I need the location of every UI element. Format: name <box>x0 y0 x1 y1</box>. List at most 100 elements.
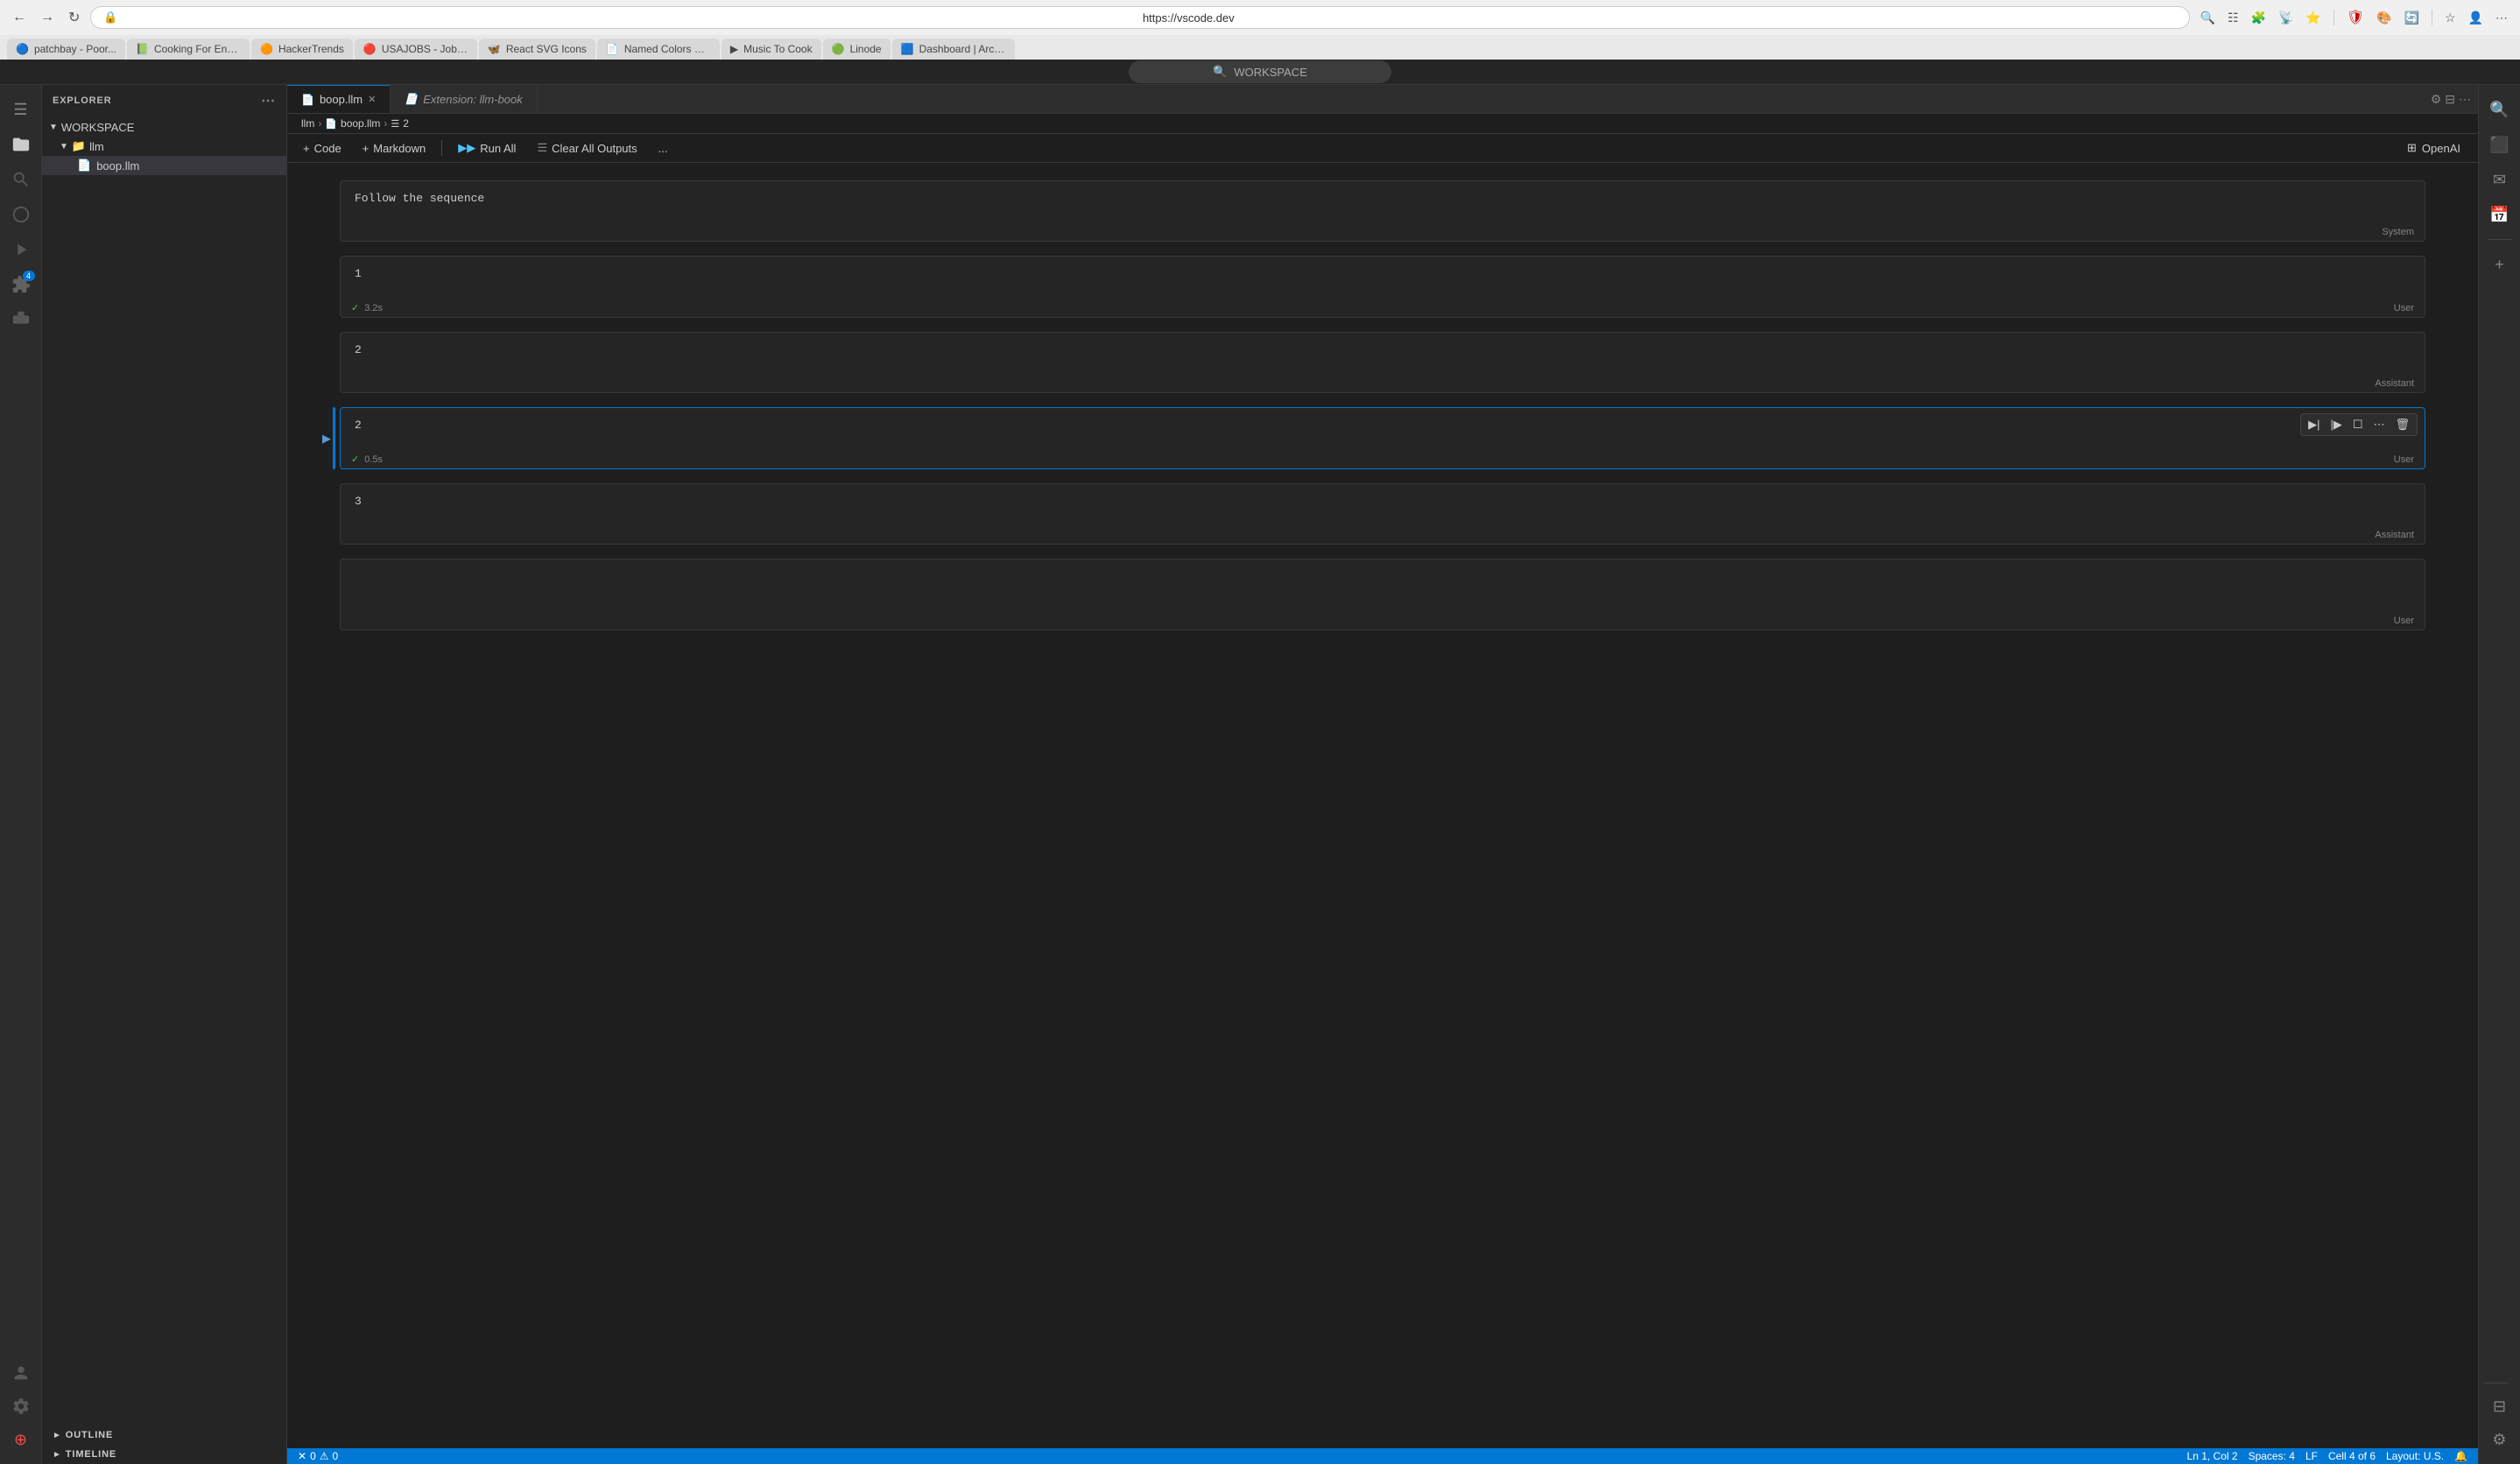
workspace-folder[interactable]: ▼ WORKSPACE <box>42 118 286 137</box>
apps-btn[interactable]: ☷ <box>2224 7 2242 29</box>
profile-btn[interactable]: 👤 <box>2465 7 2487 29</box>
tab-namedcolors[interactable]: 📄 Named Colors Wh... <box>597 39 720 60</box>
sync-btn[interactable]: 🔄 <box>2401 7 2423 29</box>
folder-label: llm <box>89 140 104 153</box>
tab-dashboard[interactable]: 🟦 Dashboard | ArcGl... <box>892 39 1015 60</box>
status-layout[interactable]: Layout: U.S. <box>2386 1450 2444 1462</box>
cell-selected-indicator <box>333 407 335 469</box>
settings-icon[interactable]: ⚙ <box>2431 92 2442 107</box>
warning-icon: ⚠ <box>320 1450 329 1462</box>
file-boop-llm[interactable]: 📄 boop.llm <box>42 156 286 175</box>
more-toolbar-button[interactable]: ... <box>650 138 677 158</box>
activity-bar-remote[interactable] <box>5 304 37 335</box>
cell-assistant-1-container[interactable]: 2 Assistant <box>340 332 2425 393</box>
activity-bar-extensions[interactable]: 4 <box>5 269 37 300</box>
status-spaces[interactable]: Spaces: 4 <box>2249 1450 2295 1462</box>
tab-patchbay[interactable]: 🔵 patchbay - Poor... <box>7 39 125 60</box>
status-errors[interactable]: ✕ 0 ⚠ 0 <box>298 1450 338 1462</box>
more-btn[interactable]: ⋯ <box>2492 7 2511 29</box>
collections-btn[interactable]: ☆ <box>2441 7 2460 29</box>
search-icon: 🔍 <box>1213 65 1227 79</box>
cell-user-1-container[interactable]: 1 ✓ 3.2s User <box>340 256 2425 318</box>
right-panel-layout[interactable]: ⊟ <box>2484 1390 2516 1422</box>
tab-usajobs[interactable]: 🔴 USAJOBS - Job A... <box>355 39 477 60</box>
tab-musictocook[interactable]: ▶ Music To Cook <box>722 39 821 60</box>
cast-btn[interactable]: 📡 <box>2275 7 2297 29</box>
right-panel-search[interactable]: 🔍 <box>2484 94 2516 125</box>
activity-bar-search[interactable] <box>5 164 37 195</box>
activity-bar-account[interactable] <box>5 1357 37 1389</box>
add-code-button[interactable]: + Code <box>294 138 350 158</box>
tab-boop-llm[interactable]: 📄 boop.llm ✕ <box>287 85 391 113</box>
clear-icon: ☰ <box>537 141 547 155</box>
status-encoding[interactable]: LF <box>2305 1450 2318 1462</box>
command-palette[interactable]: 🔍 WORKSPACE <box>1129 60 1391 83</box>
cell-system-container[interactable]: Follow the sequence System <box>340 180 2425 242</box>
right-panel-outlook[interactable]: ⬛ <box>2484 129 2516 160</box>
more-editor-icon[interactable]: ⋯ <box>2459 92 2471 107</box>
tab-cooking[interactable]: 📗 Cooking For Engin... <box>127 39 250 60</box>
right-panel-settings[interactable]: ⚙ <box>2484 1424 2516 1455</box>
search-browser-btn[interactable]: 🔍 <box>2197 7 2219 29</box>
tab-linode[interactable]: 🟢 Linode <box>823 39 890 60</box>
activity-bar-explorer[interactable] <box>5 129 37 160</box>
run-cell-icon[interactable]: ▶ <box>322 432 331 446</box>
breadcrumb-file[interactable]: 📄boop.llm <box>325 117 380 130</box>
tab-favicon-usajobs: 🔴 <box>363 43 377 55</box>
split-icon[interactable]: ⊟ <box>2445 92 2455 107</box>
shield-btn[interactable]: 🛡 <box>2343 5 2368 30</box>
activity-bar-run[interactable] <box>5 234 37 265</box>
cell-user-2-container[interactable]: ▶| |▶ ☐ ⋯ 🗑 2 ✓ 0.5s User <box>340 407 2425 469</box>
tab-reactsvg[interactable]: 🦋 React SVG Icons <box>479 39 595 60</box>
tab-label-linode: Linode <box>850 43 882 55</box>
outline-header[interactable]: ► OUTLINE <box>42 1427 286 1443</box>
openai-button[interactable]: ⊞ OpenAI <box>2397 137 2471 158</box>
delete-cell-btn[interactable]: 🗑 <box>2391 416 2413 433</box>
tab-hackertrends[interactable]: 🟠 HackerTrends <box>251 39 353 60</box>
cell-user-3: User <box>340 559 2425 630</box>
clear-all-outputs-button[interactable]: ☰ Clear All Outputs <box>528 137 645 158</box>
reload-button[interactable]: ↻ <box>65 5 83 30</box>
run-above-btn[interactable]: ▶| <box>2305 416 2323 433</box>
back-button[interactable]: ← <box>9 6 30 29</box>
notebook-content[interactable]: Follow the sequence System 1 ✓ 3.2s <box>287 163 2478 1448</box>
add-markdown-button[interactable]: + Markdown <box>354 138 435 158</box>
more-cell-btn[interactable]: ⋯ <box>2369 416 2388 433</box>
workspace-label: WORKSPACE <box>1234 66 1307 79</box>
address-bar[interactable]: 🔒 https://vscode.dev <box>90 6 2189 29</box>
tab-favicon-musictocook: ▶ <box>730 43 738 55</box>
explorer-more-icon[interactable]: ⋯ <box>261 92 276 109</box>
favorites-btn[interactable]: ⭐ <box>2302 7 2324 29</box>
run-all-label: Run All <box>480 142 516 155</box>
right-panel-add[interactable]: + <box>2484 249 2516 280</box>
activity-bar-remote-indicator[interactable]: ⊕ <box>5 1424 37 1455</box>
breadcrumb-llm[interactable]: llm <box>301 117 314 130</box>
run-below-btn[interactable]: |▶ <box>2326 416 2345 433</box>
forward-button[interactable]: → <box>37 6 58 29</box>
add-cell-btn[interactable]: ☐ <box>2349 416 2367 433</box>
right-panel-mail[interactable]: ✉ <box>2484 164 2516 195</box>
right-panel-calendar[interactable]: 📅 <box>2484 199 2516 230</box>
system-text: Follow the sequence <box>355 192 484 205</box>
activity-bar-settings[interactable] <box>5 1390 37 1422</box>
extensions-btn[interactable]: 🧩 <box>2248 7 2270 29</box>
right-panel-bottom: ⊟ ⚙ <box>2484 1376 2516 1457</box>
tab-favicon-patchbay: 🔵 <box>16 43 29 55</box>
cell-system-content: Follow the sequence <box>341 181 2425 223</box>
browser-toolbar: ← → ↻ 🔒 https://vscode.dev 🔍 ☷ 🧩 📡 ⭐ 🛡 🎨… <box>0 0 2520 35</box>
run-all-button[interactable]: ▶▶ Run All <box>449 137 524 158</box>
status-notification-icon[interactable]: 🔔 <box>2454 1450 2467 1462</box>
tab-extension[interactable]: 📄 Extension: llm-book <box>391 86 537 113</box>
llm-folder[interactable]: ▼ 📁 llm <box>42 137 286 156</box>
cell-assistant-2-container[interactable]: 3 Assistant <box>340 483 2425 545</box>
color-btn[interactable]: 🎨 <box>2373 7 2395 29</box>
activity-bar-git[interactable] <box>5 199 37 230</box>
timeline-header[interactable]: ► TIMELINE <box>42 1446 286 1462</box>
status-position[interactable]: Ln 1, Col 2 <box>2187 1450 2238 1462</box>
cell-user-3-container[interactable]: User <box>340 559 2425 630</box>
tab-close-icon[interactable]: ✕ <box>368 94 376 105</box>
breadcrumb-cell[interactable]: ☰2 <box>391 117 409 130</box>
activity-bar-menu[interactable]: ☰ <box>5 94 37 125</box>
tab-label-namedcolors: Named Colors Wh... <box>624 43 711 55</box>
outline-section: ► OUTLINE <box>42 1425 286 1445</box>
